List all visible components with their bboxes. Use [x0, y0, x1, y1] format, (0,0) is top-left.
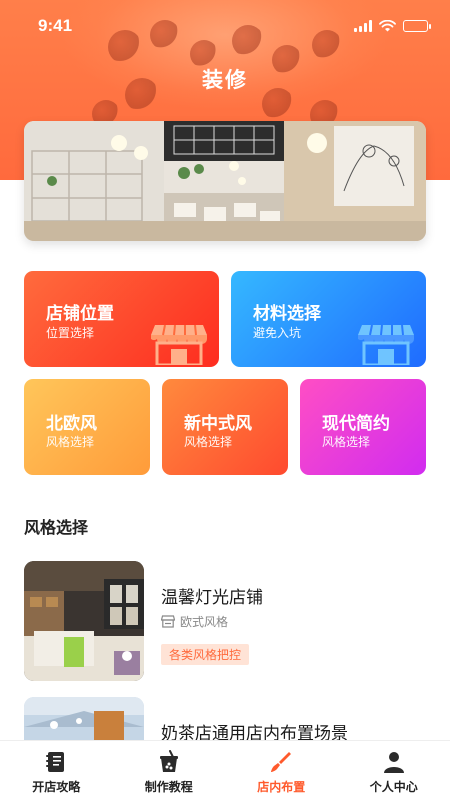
drink-cup-icon: [159, 750, 178, 772]
user-icon: [383, 752, 404, 773]
card-title: 店铺位置: [46, 304, 114, 324]
card-title: 北欧风: [46, 414, 97, 434]
item-tag: 各类风格把控: [161, 644, 250, 665]
storefront-icon: [151, 324, 207, 365]
page-title: 装修: [202, 68, 248, 92]
item-style-label: 欧式风格: [180, 615, 229, 629]
store-interior-illustration: [24, 121, 426, 241]
item-title: 温馨灯光店铺: [161, 588, 263, 608]
item-title: 奶茶店通用店内布置场景: [161, 724, 348, 740]
notebook-icon: [46, 752, 65, 772]
store-icon: [161, 615, 175, 628]
nav-label: 制作教程: [144, 780, 193, 794]
item-thumbnail: [24, 697, 144, 740]
nav-label: 个人中心: [369, 780, 418, 794]
card-modern-minimalist-style[interactable]: 现代简约 风格选择: [300, 379, 426, 475]
nav-tab-tutorial[interactable]: 制作教程: [113, 741, 226, 800]
style-list-item[interactable]: 奶茶店通用店内布置场景: [24, 697, 426, 740]
status-icons: [354, 20, 431, 32]
card-neo-chinese-style[interactable]: 新中式风 风格选择: [162, 379, 288, 475]
card-nordic-style[interactable]: 北欧风 风格选择: [24, 379, 150, 475]
card-subtitle: 位置选择: [46, 326, 95, 340]
store-banner-image[interactable]: [24, 121, 426, 241]
battery-icon: [403, 20, 431, 32]
card-material-selection[interactable]: 材料选择 避免入坑: [231, 271, 426, 367]
paint-brush-icon: [271, 752, 292, 772]
card-subtitle: 避免入坑: [253, 326, 302, 340]
item-meta: 欧式风格: [161, 613, 228, 630]
nav-tab-profile[interactable]: 个人中心: [338, 741, 450, 800]
section-title: 风格选择: [24, 518, 89, 537]
card-store-location[interactable]: 店铺位置 位置选择: [24, 271, 219, 367]
style-list-item[interactable]: 温馨灯光店铺 欧式风格 各类风格把控: [24, 561, 426, 681]
card-title: 材料选择: [253, 304, 321, 324]
nav-label: 开店攻略: [32, 780, 81, 794]
nav-label: 店内布置: [257, 780, 306, 794]
card-subtitle: 风格选择: [46, 435, 95, 449]
status-bar: 9:41: [0, 0, 450, 52]
bottom-navigation: 开店攻略 制作教程 店内布置 个人中心: [0, 740, 450, 800]
wifi-icon: [379, 20, 396, 32]
cellular-signal-icon: [354, 20, 372, 32]
nav-tab-store-layout[interactable]: 店内布置: [225, 741, 338, 800]
item-thumbnail: [24, 561, 144, 681]
card-title: 新中式风: [184, 414, 252, 434]
nav-tab-store-guide[interactable]: 开店攻略: [0, 741, 113, 800]
storefront-icon: [358, 324, 414, 365]
card-subtitle: 风格选择: [184, 435, 233, 449]
card-title: 现代简约: [322, 414, 390, 434]
card-subtitle: 风格选择: [322, 435, 371, 449]
status-time: 9:41: [38, 16, 73, 35]
